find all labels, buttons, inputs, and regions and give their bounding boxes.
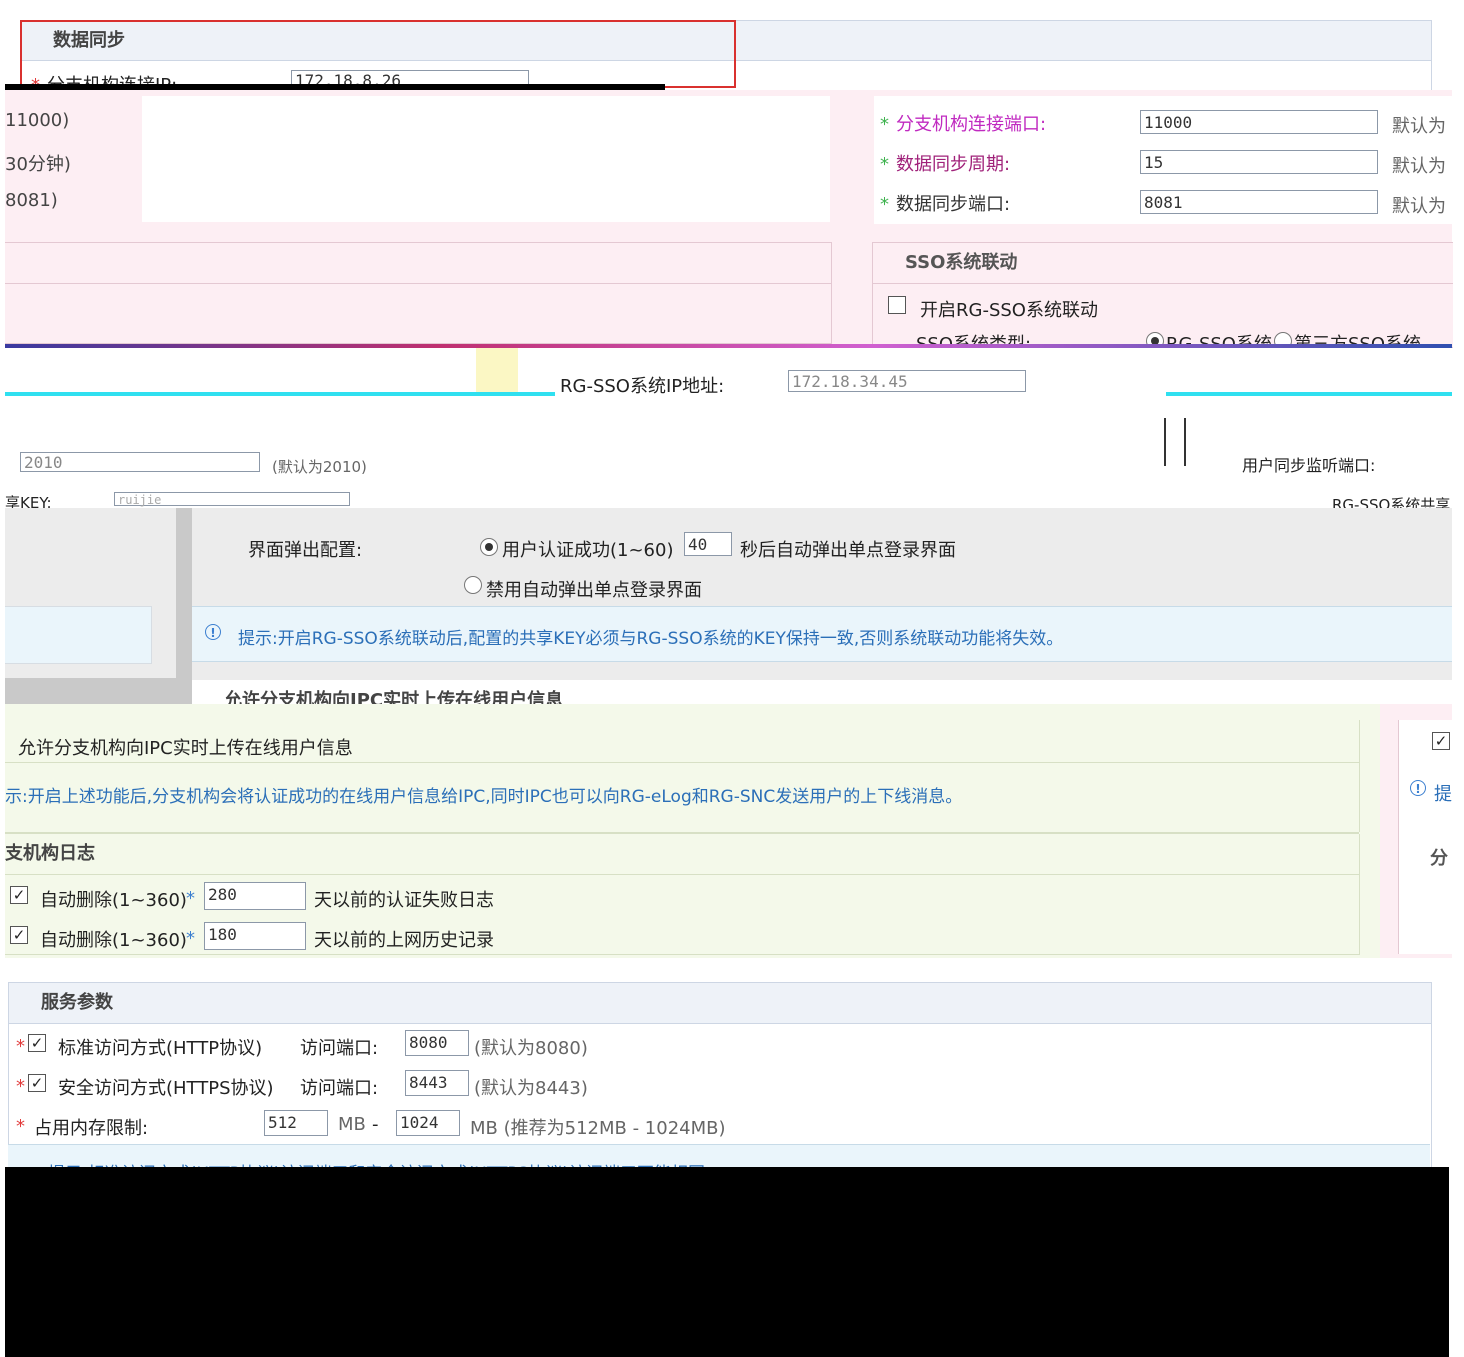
popup-auto-suffix: 秒后自动弹出单点登录界面 bbox=[740, 540, 956, 561]
sso-tip-text: 提示:开启RG-SSO系统联动后,配置的共享KEY必须与RG-SSO系统的KEY… bbox=[238, 629, 1064, 649]
yellow-cell bbox=[476, 348, 518, 394]
http-port-label: 访问端口: bbox=[300, 1038, 379, 1059]
req-mark-log2: * bbox=[186, 928, 195, 949]
sso-type-third-label: 第三方SSO系统 bbox=[1294, 330, 1421, 344]
ipc-tip-text: 示:开启上述功能后,分支机构会将认证成功的在线用户信息给IPC,同时IPC也可以… bbox=[5, 787, 963, 807]
https-label: 安全访问方式(HTTPS协议) bbox=[58, 1078, 274, 1099]
rg-sso-ip-label: RG-SSO系统IP地址: bbox=[560, 376, 725, 397]
mem-dash: - bbox=[372, 1114, 379, 1135]
log-history-suffix: 天以前的上网历史记录 bbox=[314, 930, 494, 951]
https-port-input[interactable]: 8443 bbox=[405, 1070, 469, 1096]
log-auth-fail-label: 自动删除(1~360) bbox=[40, 890, 187, 911]
sso-enable-label: 开启RG-SSO系统联动 bbox=[920, 300, 1098, 321]
branch-port-input[interactable]: 11000 bbox=[1140, 110, 1378, 134]
http-port-input[interactable]: 8080 bbox=[405, 1030, 469, 1056]
left-empty-panel-head bbox=[5, 243, 831, 284]
sso-enable-checkbox[interactable] bbox=[888, 296, 906, 314]
info-icon: ! bbox=[205, 624, 221, 640]
ipc-right-branch-char: 分 bbox=[1430, 848, 1448, 869]
sync-period-default: 默认为 bbox=[1392, 156, 1446, 177]
log-auth-fail-input[interactable]: 280 bbox=[204, 882, 306, 910]
branch-port-default: 默认为 bbox=[1392, 116, 1446, 137]
branch-log-title: 支机构日志 bbox=[5, 834, 1359, 875]
white-band bbox=[5, 348, 1452, 396]
mem-max-input[interactable]: 1024 bbox=[396, 1110, 460, 1136]
log-auth-fail-checkbox[interactable]: ✓ bbox=[10, 886, 28, 904]
listen-port-label: 用户同步监听端口: bbox=[1242, 456, 1376, 475]
sync-period-label: 数据同步周期: bbox=[896, 154, 1011, 175]
sso-type-rg-label: RG-SSO系统 bbox=[1166, 330, 1272, 344]
sync-port-input[interactable]: 8081 bbox=[1140, 190, 1378, 214]
gray-left-panel bbox=[5, 606, 152, 664]
right-white-column bbox=[1398, 720, 1453, 954]
left-defaults: 11000) 30分钟) 8081) bbox=[5, 110, 135, 230]
mem-unit: MB bbox=[338, 1114, 366, 1135]
req-mark-sync-port: * bbox=[880, 194, 889, 215]
mem-min-input[interactable]: 512 bbox=[264, 1110, 328, 1136]
black-area bbox=[5, 1167, 1449, 1357]
log-history-input[interactable]: 180 bbox=[204, 922, 306, 950]
req-mark-port: * bbox=[880, 114, 889, 135]
fragment-bars bbox=[1164, 418, 1186, 466]
popup-auto-radio[interactable] bbox=[480, 538, 498, 556]
mem-hint: MB (推荐为512MB - 1024MB) bbox=[470, 1118, 726, 1139]
gray-divider bbox=[176, 508, 192, 704]
ipc-right-info-icon: ! bbox=[1410, 780, 1426, 796]
sso-type-label: SSO系统类型: bbox=[916, 330, 1031, 344]
sso-port-default: (默认为2010) bbox=[272, 458, 367, 476]
left-empty-panel bbox=[5, 242, 832, 344]
sync-port-default: 默认为 bbox=[1392, 196, 1446, 217]
req-mark-mem: * bbox=[16, 1116, 25, 1137]
popup-label: 界面弹出配置: bbox=[248, 540, 363, 561]
req-mark-https: * bbox=[16, 1076, 25, 1097]
http-checkbox[interactable]: ✓ bbox=[28, 1034, 46, 1052]
sso-title: SSO系统联动 bbox=[873, 243, 1453, 284]
sync-port-label: 数据同步端口: bbox=[896, 194, 1011, 215]
log-auth-fail-suffix: 天以前的认证失败日志 bbox=[314, 890, 494, 911]
gray-left-panel-bottom bbox=[5, 678, 192, 704]
ipc-label: 允许分支机构向IPC实时上传在线用户信息 bbox=[18, 738, 353, 759]
http-label: 标准访问方式(HTTP协议) bbox=[58, 1038, 263, 1059]
white-block bbox=[142, 96, 830, 222]
service-title: 服务参数 bbox=[9, 983, 1431, 1024]
cyan-line-right bbox=[1166, 392, 1452, 396]
rg-sso-ip-input[interactable]: 172.18.34.45 bbox=[788, 370, 1026, 392]
req-mark-period: * bbox=[880, 154, 889, 175]
default-port-text: 11000) bbox=[5, 110, 70, 131]
branch-port-label: 分支机构连接端口: bbox=[896, 114, 1047, 135]
popup-disable-label: 禁用自动弹出单点登录界面 bbox=[486, 580, 702, 601]
ipc-right-tip-char: 提 bbox=[1434, 784, 1452, 805]
https-port-label: 访问端口: bbox=[300, 1078, 379, 1099]
mem-label: 占用内存限制: bbox=[34, 1118, 149, 1139]
sync-period-input[interactable]: 15 bbox=[1140, 150, 1378, 174]
share-key-input[interactable]: ruijie bbox=[114, 492, 350, 507]
sso-port-input[interactable]: 2010 bbox=[20, 452, 260, 472]
popup-disable-radio[interactable] bbox=[464, 576, 482, 594]
default-sync-port-text: 8081) bbox=[5, 190, 58, 211]
req-mark-http: * bbox=[16, 1036, 25, 1057]
log-history-label: 自动删除(1~360) bbox=[40, 930, 187, 951]
popup-auto-label: 用户认证成功(1~60) bbox=[502, 540, 674, 561]
ipc-right-checkbox[interactable]: ✓ bbox=[1432, 732, 1450, 750]
ipc-faded-title: 允许分支机构向IPC实时上传在线用户信息 bbox=[224, 690, 564, 704]
req-mark-log1: * bbox=[186, 888, 195, 909]
https-checkbox[interactable]: ✓ bbox=[28, 1074, 46, 1092]
http-default: (默认为8080) bbox=[474, 1038, 588, 1059]
popup-seconds-input[interactable]: 40 bbox=[684, 532, 732, 556]
https-default: (默认为8443) bbox=[474, 1078, 588, 1099]
default-period-text: 30分钟) bbox=[5, 154, 71, 175]
cyan-line-left bbox=[5, 392, 555, 396]
log-history-checkbox[interactable]: ✓ bbox=[10, 926, 28, 944]
red-highlight-box bbox=[20, 20, 736, 88]
